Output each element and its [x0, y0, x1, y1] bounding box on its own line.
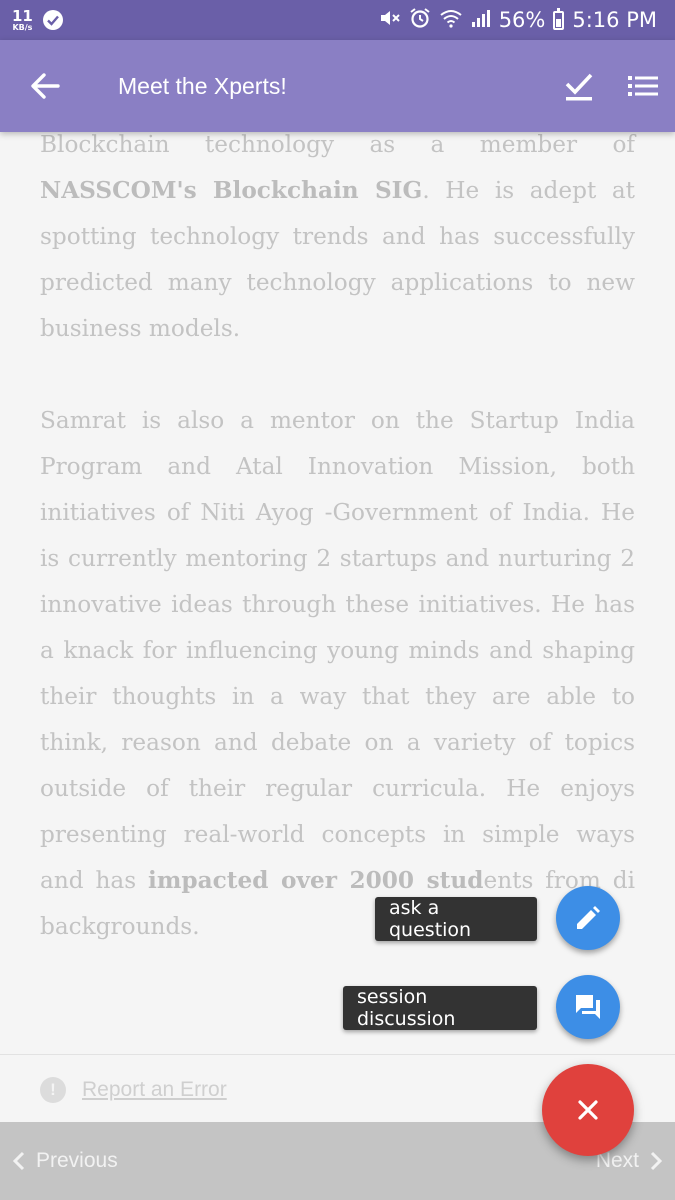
close-icon	[578, 1100, 598, 1120]
battery-percent: 56%	[498, 8, 546, 32]
paragraph-2-end: backgrounds.	[40, 913, 200, 940]
alarm-icon	[409, 7, 431, 34]
ask-question-button[interactable]	[556, 886, 620, 950]
report-error-link[interactable]: Report an Error	[82, 1078, 227, 1102]
paragraph-2-hidden: ents from di	[483, 867, 635, 894]
close-fab-menu-button[interactable]	[542, 1064, 634, 1156]
list-icon	[628, 76, 658, 96]
page-title: Meet the Xperts!	[118, 72, 287, 99]
previous-button[interactable]: Previous	[12, 1131, 118, 1191]
status-left: 11 KB/s	[12, 6, 63, 32]
check-underline-icon	[565, 73, 593, 101]
paragraph-1-bold: NASSCOM's Blockchain SIG	[40, 177, 423, 204]
mute-icon	[379, 8, 401, 33]
wifi-icon	[439, 8, 463, 33]
divider	[0, 1054, 675, 1055]
paragraph-1: Blockchain technology as a member of NAS…	[40, 132, 635, 352]
network-speed: 11 KB/s	[12, 6, 33, 32]
status-bar: 11 KB/s 56% 5:16 PM	[0, 0, 675, 40]
check-circle-icon	[42, 10, 63, 30]
network-speed-value: 11	[12, 6, 33, 25]
forum-icon	[576, 995, 600, 1019]
session-discussion-label[interactable]: session discussion	[343, 986, 537, 1030]
previous-label: Previous	[36, 1149, 118, 1172]
status-right: 56% 5:16 PM	[379, 7, 657, 34]
exclamation-icon: !	[40, 1077, 66, 1103]
chevron-left-icon	[12, 1151, 25, 1171]
contents-list-button[interactable]	[611, 40, 675, 132]
clock-time: 5:16 PM	[572, 8, 657, 32]
signal-icon	[471, 8, 491, 33]
ask-question-label[interactable]: ask a question	[375, 897, 537, 941]
screen: 11 KB/s 56% 5:16 PM Meet the Xperts! Blo…	[0, 0, 675, 1200]
session-discussion-button[interactable]	[556, 975, 620, 1039]
paragraph-1-intro: Blockchain technology as a member of	[40, 132, 635, 158]
back-button[interactable]	[0, 40, 90, 132]
pencil-icon	[577, 906, 600, 929]
paragraph-2-text: Samrat is also a mentor on the Startup I…	[40, 407, 635, 894]
paragraph-2-bold: impacted over 2000 stud	[148, 867, 484, 894]
battery-icon	[553, 7, 565, 30]
app-bar: Meet the Xperts!	[0, 40, 675, 132]
mark-complete-button[interactable]	[547, 40, 611, 132]
report-error-row: ! Report an Error	[40, 1074, 227, 1106]
paragraph-2: Samrat is also a mentor on the Startup I…	[40, 398, 635, 950]
network-speed-unit: KB/s	[12, 22, 33, 32]
arrow-left-icon	[31, 73, 60, 99]
chevron-right-icon	[650, 1151, 663, 1171]
